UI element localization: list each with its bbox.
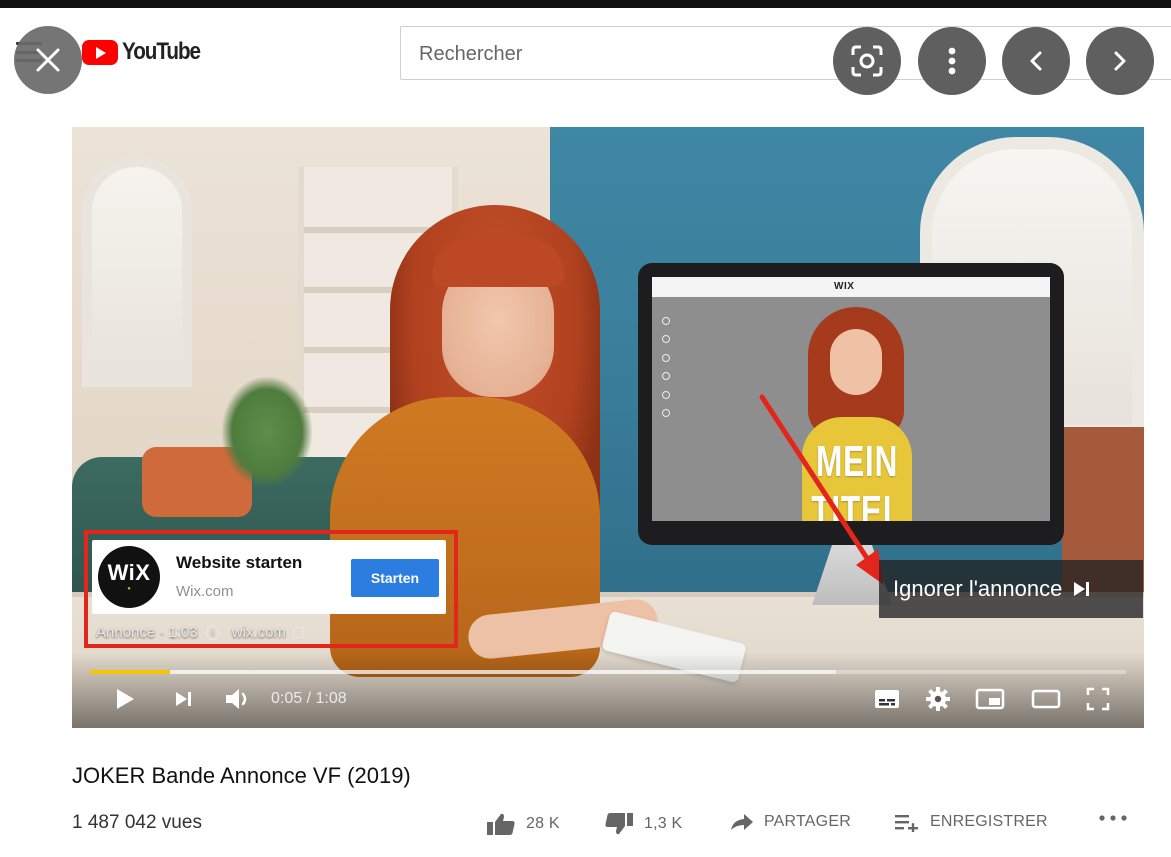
dislike-count: 1,3 K (644, 815, 683, 832)
more-vertical-icon (948, 47, 956, 75)
ad-cta-button[interactable]: Starten (351, 559, 439, 597)
video-scene-plant (222, 377, 312, 487)
thumbs-down-icon (605, 813, 633, 835)
fullscreen-icon (1086, 687, 1110, 711)
youtube-wordmark: YouTube (122, 38, 201, 65)
ad-meta: Annonce · 1:03 i wix.com (96, 624, 304, 641)
view-count: 1 487 042 vues (72, 812, 202, 833)
youtube-header: YouTube (0, 8, 1171, 100)
next-button[interactable] (1086, 27, 1154, 95)
more-horizontal-icon (1099, 815, 1127, 821)
lens-icon (851, 45, 883, 77)
monitor-sidebar (662, 317, 670, 417)
theater-mode-button[interactable] (1030, 686, 1062, 712)
progress-buffer (90, 670, 836, 674)
youtube-logo[interactable]: YouTube (82, 38, 213, 66)
play-icon (117, 689, 134, 709)
info-icon[interactable]: i (205, 625, 220, 640)
video-title: JOKER Bande Annonce VF (2019) (72, 763, 411, 788)
share-arrow-icon (731, 814, 753, 830)
wix-logo-mark: ● (127, 585, 131, 592)
skip-next-icon (176, 692, 191, 706)
miniplayer-button[interactable] (974, 686, 1006, 712)
settings-button[interactable] (924, 686, 952, 712)
chevron-right-icon (1114, 51, 1126, 71)
ad-domain: Wix.com (176, 583, 234, 600)
dislike-button[interactable]: 1,3 K (604, 812, 682, 836)
gear-icon (926, 687, 950, 711)
ad-label: Annonce · 1:03 (96, 624, 198, 641)
progress-played (90, 670, 170, 674)
close-button[interactable] (14, 26, 82, 94)
wix-logo-text: WiX (107, 559, 151, 585)
lens-search-button[interactable] (833, 27, 901, 95)
chevron-left-icon (1030, 51, 1042, 71)
save-button[interactable]: ENREGISTRER (894, 812, 1048, 832)
playlist-add-icon (895, 815, 918, 832)
more-actions-button[interactable] (1098, 814, 1128, 822)
like-button[interactable]: 28 K (486, 812, 560, 836)
fullscreen-button[interactable] (1084, 686, 1112, 712)
skip-next-icon (1072, 580, 1092, 598)
save-label: ENREGISTRER (930, 813, 1048, 830)
external-link-icon (292, 627, 304, 638)
previous-button[interactable] (1002, 27, 1070, 95)
volume-button[interactable] (224, 686, 252, 712)
search-input[interactable] (419, 39, 819, 69)
ad-card[interactable]: WiX ● Website starten Wix.com Starten (92, 540, 446, 614)
like-count: 28 K (526, 815, 560, 832)
top-border (0, 0, 1171, 8)
presenter-bangs (432, 237, 564, 287)
ad-meta-domain[interactable]: wix.com (232, 624, 286, 641)
progress-bar[interactable] (90, 670, 1126, 674)
share-button[interactable]: PARTAGER (730, 812, 851, 832)
annotation-arrow (759, 394, 884, 585)
ad-title: Website starten (176, 553, 303, 572)
share-label: PARTAGER (764, 813, 851, 830)
time-display: 0:05 / 1:08 (271, 690, 347, 707)
skip-ad-label: Ignorer l'annonce (893, 576, 1063, 601)
miniplayer-icon (975, 688, 1005, 710)
thumbs-up-icon (487, 813, 515, 835)
wix-logo: WiX ● (98, 546, 160, 608)
play-button[interactable] (112, 686, 138, 712)
more-options-button[interactable] (918, 27, 986, 95)
volume-icon (226, 689, 247, 709)
subtitles-button[interactable] (872, 686, 902, 712)
close-icon (36, 48, 60, 72)
subtitles-icon (875, 690, 899, 708)
video-scene-window (82, 157, 192, 387)
theater-icon (1031, 689, 1061, 709)
skip-ad-button[interactable]: Ignorer l'annonce (879, 560, 1143, 618)
monitor-topbar: WIX (652, 277, 1050, 297)
youtube-play-icon (82, 39, 118, 65)
monitor-brand: WIX (834, 281, 855, 292)
next-video-button[interactable] (172, 686, 196, 712)
